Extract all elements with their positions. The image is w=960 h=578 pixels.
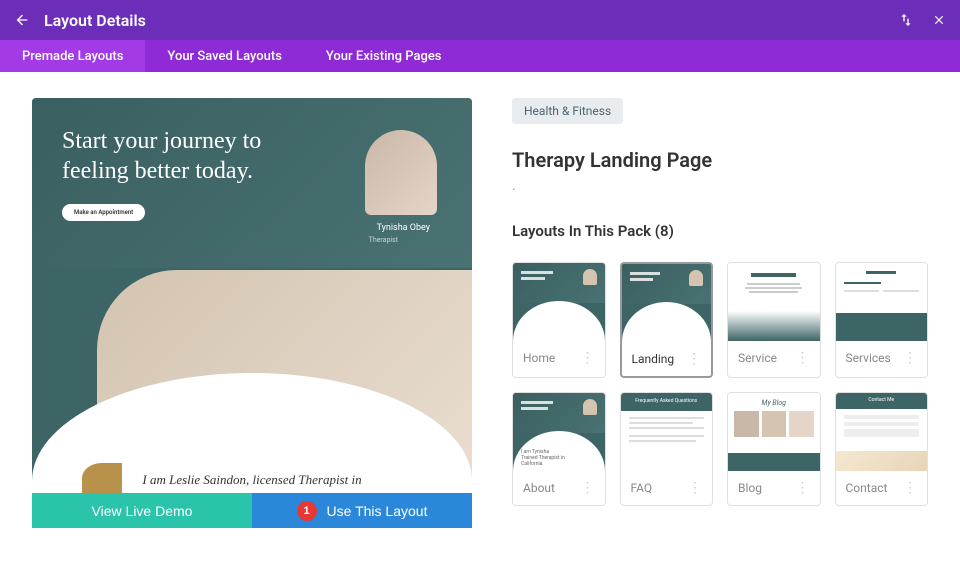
use-layout-button[interactable]: 1 Use This Layout [252, 493, 472, 528]
layout-name: Landing [632, 352, 675, 366]
layout-card-contact[interactable]: Contact Me Contact ⋮ [835, 392, 929, 506]
layout-card-about[interactable]: I am TynishaTrained Therapist inCaliforn… [512, 392, 606, 506]
kebab-icon[interactable]: ⋮ [903, 481, 917, 495]
layout-name: Blog [738, 481, 762, 495]
preview-avatar-name: Tynisha Obey [377, 223, 430, 233]
preview-avatar-role: Therapist [369, 236, 398, 244]
preview-avatar [365, 130, 437, 215]
sort-icon[interactable] [898, 12, 914, 28]
kebab-icon[interactable]: ⋮ [796, 351, 810, 365]
layout-card-services[interactable]: Services ⋮ [835, 262, 929, 378]
kebab-icon[interactable]: ⋮ [687, 352, 701, 366]
layouts-grid: Home ⋮ Landing ⋮ [512, 262, 928, 506]
preview-cta: Make an Appointment [62, 204, 145, 221]
layout-name: Services [846, 351, 891, 365]
tab-premade-layouts[interactable]: Premade Layouts [0, 40, 145, 72]
category-badge[interactable]: Health & Fitness [512, 98, 623, 124]
layout-card-service[interactable]: Service ⋮ [727, 262, 821, 378]
kebab-icon[interactable]: ⋮ [581, 351, 595, 365]
back-icon[interactable] [14, 12, 30, 28]
preview-panel: Start your journey to feeling better tod… [32, 98, 472, 528]
preview-bottom-text: I am Leslie Saindon, licensed Therapist … [142, 472, 361, 488]
kebab-icon[interactable]: ⋮ [796, 481, 810, 495]
tabs: Premade Layouts Your Saved Layouts Your … [0, 40, 960, 72]
layout-card-landing[interactable]: Landing ⋮ [620, 262, 714, 378]
layout-name: About [523, 481, 555, 495]
layout-card-home[interactable]: Home ⋮ [512, 262, 606, 378]
use-layout-label: Use This Layout [327, 503, 428, 519]
tab-existing-pages[interactable]: Your Existing Pages [304, 40, 464, 72]
preview-image: Start your journey to feeling better tod… [32, 98, 472, 493]
kebab-icon[interactable]: ⋮ [581, 481, 595, 495]
layout-card-blog[interactable]: My Blog Blog ⋮ [727, 392, 821, 506]
preview-headline: Start your journey to feeling better tod… [62, 126, 272, 186]
page-subtitle: . [512, 178, 928, 194]
layout-name: Home [523, 351, 555, 365]
page-title: Therapy Landing Page [512, 148, 928, 172]
kebab-icon[interactable]: ⋮ [688, 481, 702, 495]
step-badge: 1 [297, 501, 317, 521]
layout-name: FAQ [631, 481, 653, 495]
layout-card-faq[interactable]: Frequently Asked Questions FAQ ⋮ [620, 392, 714, 506]
tab-saved-layouts[interactable]: Your Saved Layouts [145, 40, 303, 72]
layout-name: Service [738, 351, 777, 365]
layout-name: Contact [846, 481, 888, 495]
view-demo-button[interactable]: View Live Demo [32, 493, 252, 528]
kebab-icon[interactable]: ⋮ [903, 351, 917, 365]
pack-title: Layouts In This Pack (8) [512, 222, 928, 240]
close-icon[interactable] [932, 13, 946, 27]
header-title: Layout Details [44, 11, 146, 30]
details-panel: Health & Fitness Therapy Landing Page . … [512, 98, 928, 528]
